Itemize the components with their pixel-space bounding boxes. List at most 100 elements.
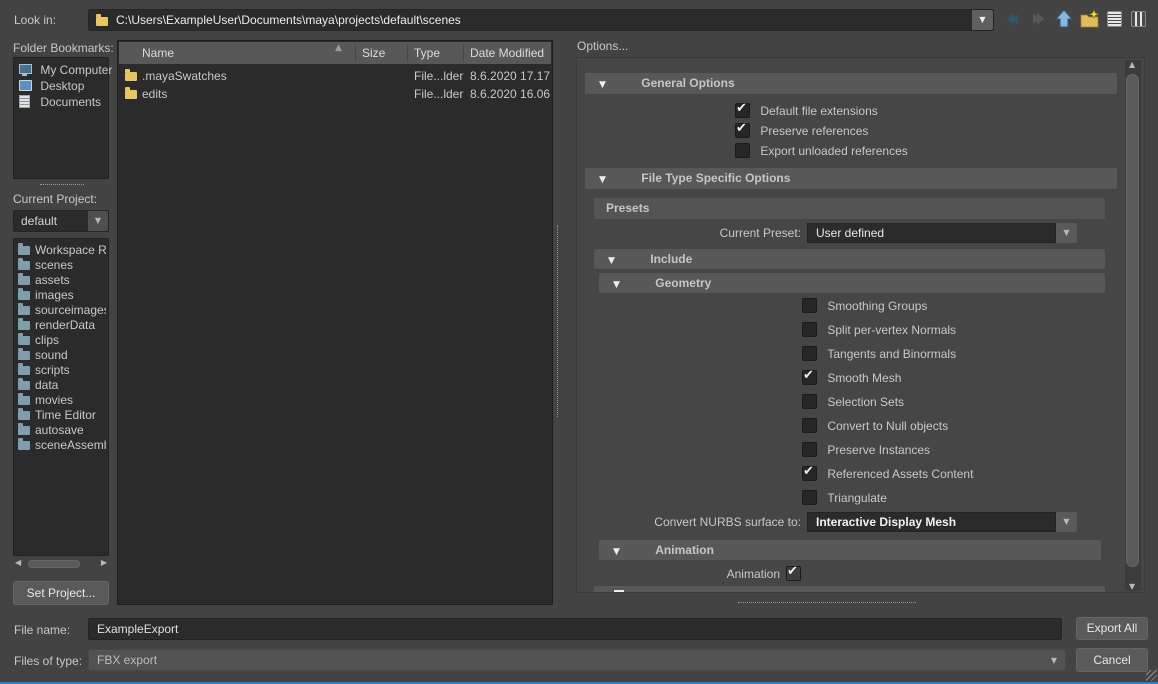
scroll-thumb[interactable] xyxy=(1126,74,1139,567)
tree-item-scripts[interactable]: scripts xyxy=(18,363,106,378)
tree-item-renderdata[interactable]: renderData xyxy=(18,318,106,333)
section-header-general-options[interactable]: ▼ General Options xyxy=(585,73,1117,94)
column-header-date-modified[interactable]: Date Modified xyxy=(470,42,544,64)
selection-sets-checkbox[interactable] xyxy=(802,394,817,409)
preserve-references-checkbox[interactable] xyxy=(735,123,750,138)
section-header-include[interactable]: ▼ Include xyxy=(594,249,1105,269)
tree-item-images[interactable]: images xyxy=(18,288,106,303)
convert-nurbs-dropdown-arrow[interactable]: ▼ xyxy=(1056,512,1077,532)
sort-indicator-icon[interactable]: ▲ xyxy=(335,43,342,53)
tree-item-assets[interactable]: assets xyxy=(18,273,106,288)
tree-label: assets xyxy=(35,273,70,287)
referenced-assets-content-checkbox[interactable] xyxy=(802,466,817,481)
panel-splitter-handle[interactable] xyxy=(557,225,558,417)
column-header-size[interactable]: Size xyxy=(362,42,385,64)
current-preset-select[interactable]: User defined xyxy=(807,223,1056,243)
bookmark-label: My Computer xyxy=(40,63,112,77)
smoothing-groups-checkbox[interactable] xyxy=(802,298,817,313)
section-header-animation[interactable]: ▼ Animation xyxy=(599,540,1101,560)
bookmark-item-documents[interactable]: Documents xyxy=(19,94,101,110)
tree-item-clips[interactable]: clips xyxy=(18,333,106,348)
checkbox-row-default-file-extensions: Default file extensions xyxy=(735,102,878,118)
tree-item-time-editor[interactable]: Time Editor xyxy=(18,408,106,423)
column-header-name[interactable]: Name xyxy=(142,42,174,64)
tree-item-movies[interactable]: movies xyxy=(18,393,106,408)
section-header-geometry[interactable]: ▼ Geometry xyxy=(599,273,1105,293)
file-date: 8.6.2020 17.17 xyxy=(470,67,550,85)
set-project-button[interactable]: Set Project... xyxy=(13,581,109,605)
bookmark-forward-icon[interactable] xyxy=(1029,10,1047,28)
files-of-type-select[interactable]: FBX export ▼ xyxy=(88,649,1066,671)
tree-label: autosave xyxy=(35,423,84,437)
current-preset-dropdown-arrow[interactable]: ▼ xyxy=(1056,223,1077,243)
cancel-button[interactable]: Cancel xyxy=(1076,648,1148,672)
scroll-up-arrow[interactable]: ▲ xyxy=(1129,60,1135,69)
section-header-file-type-specific-options[interactable]: ▼ File Type Specific Options xyxy=(585,168,1117,189)
tree-label: Time Editor xyxy=(35,408,96,422)
scroll-down-arrow[interactable]: ▼ xyxy=(1129,582,1135,591)
tree-label: movies xyxy=(35,393,73,407)
checkbox-row-convert-to-null-objects: Convert to Null objects xyxy=(802,417,948,433)
folder-icon xyxy=(18,306,30,315)
options-vertical-scrollbar[interactable]: ▲ ▼ xyxy=(1125,60,1141,591)
preserve-instances-checkbox[interactable] xyxy=(802,442,817,457)
list-view-icon[interactable] xyxy=(1107,11,1122,30)
column-divider[interactable] xyxy=(407,44,408,62)
file-row-edits[interactable]: edits File...lder 8.6.2020 16.06 xyxy=(119,85,551,103)
file-row-mayaswatches[interactable]: .mayaSwatches File...lder 8.6.2020 17.17 xyxy=(119,67,551,85)
tangents-and-binormals-checkbox[interactable] xyxy=(802,346,817,361)
convert-to-null-objects-checkbox[interactable] xyxy=(802,418,817,433)
checkbox-label: Preserve Instances xyxy=(827,443,930,457)
scroll-right-arrow[interactable]: ▶ xyxy=(101,558,107,567)
checkbox-row-smoothing-groups: Smoothing Groups xyxy=(802,297,927,313)
sidebar-splitter-handle[interactable] xyxy=(40,184,84,185)
column-header-type[interactable]: Type xyxy=(414,42,440,64)
folder-icon xyxy=(18,261,30,270)
path-combobox[interactable]: C:\Users\ExampleUser\Documents\maya\proj… xyxy=(88,9,994,31)
tree-item-workspace-root[interactable]: Workspace Root xyxy=(18,243,106,258)
presets-frame-header[interactable]: Presets xyxy=(594,198,1105,219)
bookmark-item-my-computer[interactable]: My Computer xyxy=(19,62,112,78)
options-splitter-handle[interactable] xyxy=(738,602,916,603)
scroll-left-arrow[interactable]: ◀ xyxy=(15,558,21,567)
checkbox-label: Referenced Assets Content xyxy=(827,467,973,481)
tree-label: sound xyxy=(35,348,68,362)
animation-checkbox[interactable] xyxy=(786,566,801,581)
details-view-icon[interactable] xyxy=(1131,11,1146,30)
column-divider[interactable] xyxy=(355,44,356,62)
project-select-arrow[interactable]: ▼ xyxy=(88,211,108,231)
bookmark-back-icon[interactable] xyxy=(1004,10,1022,28)
tree-item-sound[interactable]: sound xyxy=(18,348,106,363)
smooth-mesh-checkbox[interactable] xyxy=(802,370,817,385)
folder-up-icon[interactable] xyxy=(1054,9,1074,29)
new-folder-icon[interactable] xyxy=(1079,9,1101,29)
default-file-extensions-checkbox[interactable] xyxy=(735,103,750,118)
file-name-input[interactable] xyxy=(88,618,1062,640)
checkbox-label: Preserve references xyxy=(760,124,868,138)
section-title: Include xyxy=(650,252,692,266)
tree-item-sceneassembly[interactable]: sceneAssembly xyxy=(18,438,106,453)
resize-grip[interactable] xyxy=(1146,670,1157,681)
scroll-thumb[interactable] xyxy=(28,560,80,568)
folder-icon xyxy=(125,90,137,99)
bookmark-item-desktop[interactable]: Desktop xyxy=(19,78,84,94)
checkbox-label: Triangulate xyxy=(827,491,887,505)
convert-nurbs-select[interactable]: Interactive Display Mesh xyxy=(807,512,1056,532)
triangulate-checkbox[interactable] xyxy=(802,490,817,505)
export-unloaded-references-checkbox[interactable] xyxy=(735,143,750,158)
column-divider[interactable] xyxy=(463,44,464,62)
clipped-section-header[interactable] xyxy=(594,586,1105,593)
export-all-button[interactable]: Export All xyxy=(1076,617,1148,640)
tree-item-data[interactable]: data xyxy=(18,378,106,393)
tree-item-scenes[interactable]: scenes xyxy=(18,258,106,273)
chevron-down-icon: ▼ xyxy=(608,256,615,266)
tree-item-sourceimages[interactable]: sourceimages xyxy=(18,303,106,318)
folder-icon xyxy=(18,291,30,300)
project-select[interactable]: default ▼ xyxy=(13,210,109,232)
folder-icon xyxy=(96,17,108,26)
tree-horizontal-scrollbar[interactable]: ◀ ▶ xyxy=(13,558,109,570)
path-dropdown-arrow[interactable]: ▼ xyxy=(972,10,993,30)
documents-icon xyxy=(19,95,30,108)
split-per-vertex-normals-checkbox[interactable] xyxy=(802,322,817,337)
tree-item-autosave[interactable]: autosave xyxy=(18,423,106,438)
